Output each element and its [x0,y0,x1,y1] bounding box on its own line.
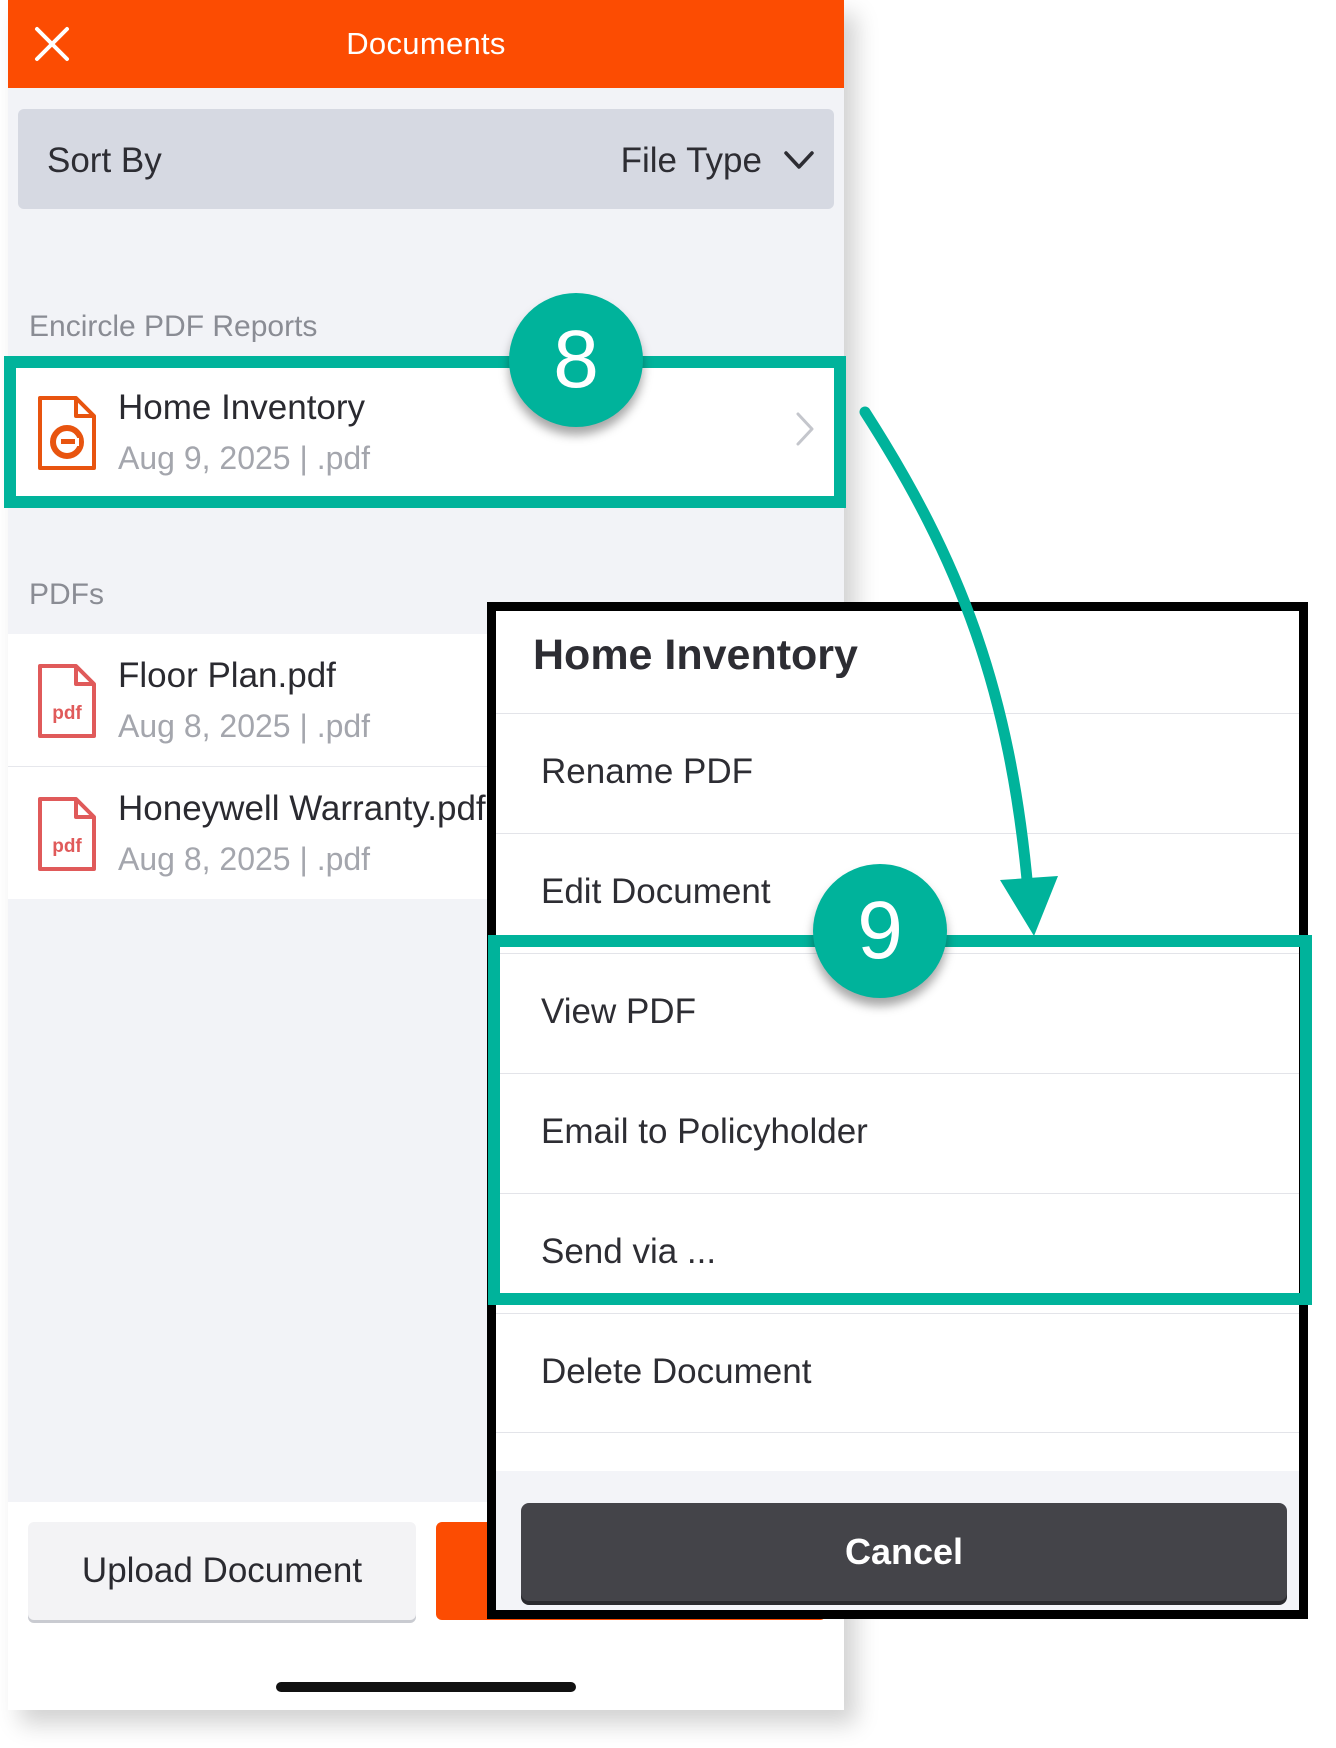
pdf-file-icon: pdf [38,797,96,871]
chevron-down-icon [784,151,814,169]
pdf-label: pdf [52,836,82,857]
option-label: Delete Document [541,1352,812,1391]
sheet-title: Home Inventory [533,631,858,679]
document-meta: Aug 8, 2025 | .pdf [118,708,371,744]
encircle-report-icon [38,396,96,470]
pdf-label: pdf [52,703,82,724]
page-title: Documents [346,26,506,61]
email-to-policyholder-option[interactable]: Email to Policyholder [496,1073,1299,1193]
sort-value: File Type [620,141,762,180]
option-label: Send via ... [541,1232,717,1271]
document-meta: Aug 9, 2025 | .pdf [118,440,371,476]
document-row-home-inventory[interactable]: Home Inventory Aug 9, 2025 | .pdf [8,366,844,498]
chevron-right-icon [796,412,814,446]
delete-document-option[interactable]: Delete Document [496,1313,1299,1433]
section-label-reports: Encircle PDF Reports [29,310,318,343]
option-label: Edit Document [541,872,771,911]
document-title: Home Inventory [118,388,366,427]
document-title: Honeywell Warranty.pdf [118,789,486,828]
section-label-pdfs: PDFs [29,578,104,611]
sort-by-dropdown[interactable]: Sort By File Type [18,109,834,209]
home-indicator [276,1682,576,1692]
document-meta: Aug 8, 2025 | .pdf [118,841,371,877]
sort-label: Sort By [47,141,162,180]
send-via-option[interactable]: Send via ... [496,1193,1299,1313]
document-actions-sheet: Home Inventory Rename PDF Edit Document … [487,602,1308,1619]
document-title: Floor Plan.pdf [118,656,336,695]
upload-document-button[interactable]: Upload Document [28,1522,416,1620]
step-badge-8: 8 [509,293,643,427]
option-label: View PDF [541,992,696,1031]
cancel-button[interactable]: Cancel [521,1503,1287,1601]
rename-pdf-option[interactable]: Rename PDF [496,713,1299,833]
option-label: Email to Policyholder [541,1112,868,1151]
header-bar: Documents [8,0,844,88]
step-badge-9: 9 [813,864,947,998]
option-label: Rename PDF [541,752,754,791]
pdf-file-icon: pdf [38,664,96,738]
